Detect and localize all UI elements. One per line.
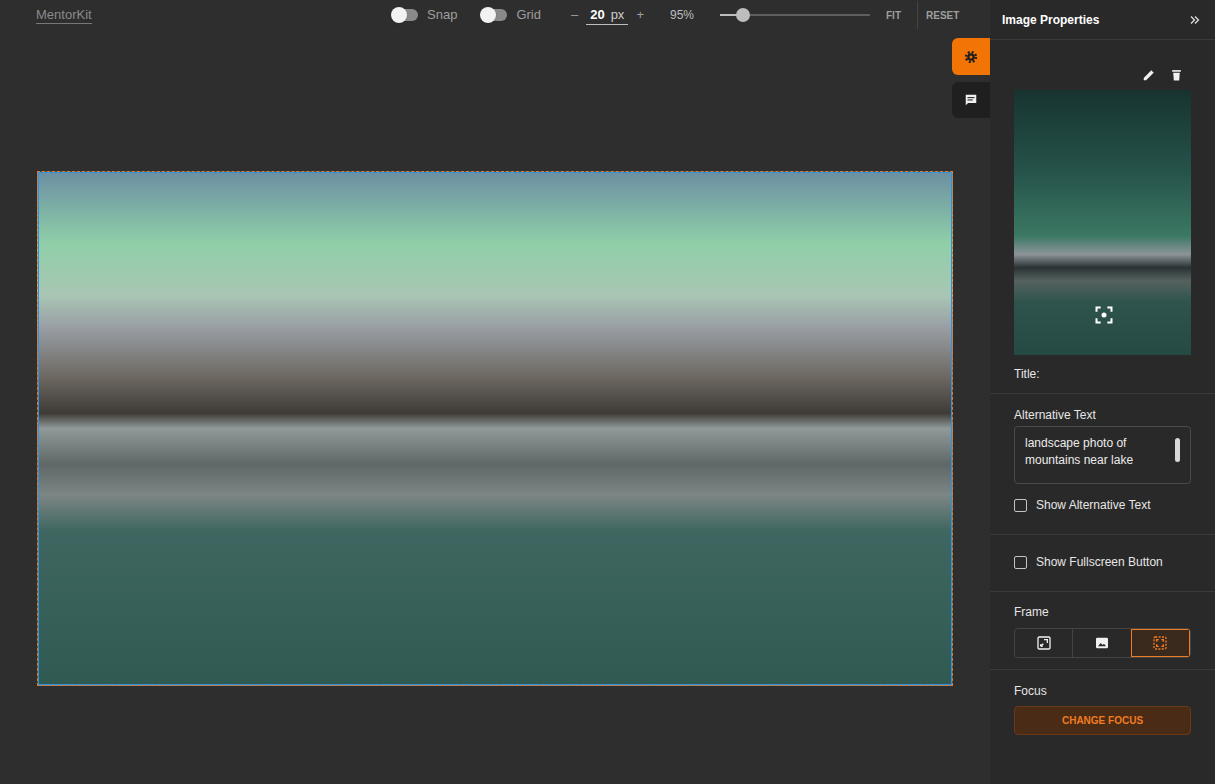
- checkbox-label[interactable]: Show Alternative Text: [1036, 497, 1151, 513]
- increase-button[interactable]: +: [634, 5, 646, 25]
- panel-header: Image Properties: [990, 0, 1215, 40]
- alt-text-checkbox-wrap: Show Alternative Text: [1014, 496, 1191, 514]
- comment-icon: [964, 93, 978, 107]
- focus-icon-svg[interactable]: [1094, 305, 1114, 325]
- side-tabs: [952, 38, 990, 118]
- logo-area: MentorKit: [0, 7, 392, 24]
- frame-option[interactable]: [1072, 629, 1130, 657]
- frame-section: Frame: [990, 592, 1215, 670]
- decrease-button[interactable]: –: [569, 5, 580, 25]
- trash-icon[interactable]: [1170, 68, 1183, 82]
- checkbox[interactable]: [1014, 499, 1027, 512]
- toolbar: MentorKit Snap Grid –20 px +95% FIT RESET: [0, 0, 990, 30]
- alt-text-value[interactable]: landscape photo of mountains near lake: [1025, 435, 1180, 469]
- trash-icon-svg[interactable]: [1170, 68, 1183, 82]
- toggle-knob[interactable]: [391, 7, 407, 23]
- side-tab[interactable]: [952, 38, 990, 75]
- alt-text-section: Alternative Text landscape photo of mount…: [990, 394, 1215, 535]
- size-control: –20 px +: [569, 5, 646, 25]
- workspace: MentorKit Snap Grid –20 px +95% FIT RESET: [0, 0, 990, 784]
- focus-icon[interactable]: [1094, 305, 1114, 325]
- toggle-knob[interactable]: [480, 7, 496, 23]
- properties-panel: Image Properties Title: Alternative Text la…: [990, 0, 1215, 784]
- frame-label: Frame: [1014, 604, 1191, 620]
- toggle-track[interactable]: [481, 9, 507, 21]
- frame-option[interactable]: [1015, 629, 1072, 657]
- zoom-thumb[interactable]: [736, 8, 750, 22]
- alt-text-label: Alternative Text: [1014, 407, 1191, 423]
- focus-section: Focus CHANGE FOCUS: [990, 670, 1215, 735]
- checkbox-row[interactable]: Show Alternative Text: [1014, 496, 1191, 514]
- checkbox-label[interactable]: Show Fullscreen Button: [1036, 554, 1163, 570]
- fullscreen-section: Show Fullscreen Button: [990, 535, 1215, 592]
- gear-icon-svg: [964, 50, 978, 64]
- checkbox-row[interactable]: Show Fullscreen Button: [1014, 553, 1191, 571]
- size-value[interactable]: 20: [590, 6, 604, 24]
- alt-text-field[interactable]: landscape photo of mountains near lake: [1014, 426, 1191, 484]
- image-section: Title:: [990, 40, 1215, 394]
- frame-fill-icon: [1152, 635, 1168, 651]
- size-unit: px: [611, 6, 625, 24]
- change-focus-button[interactable]: CHANGE FOCUS: [1014, 706, 1191, 735]
- canvas-image[interactable]: [37, 171, 953, 686]
- fit-button[interactable]: FIT: [886, 8, 901, 23]
- reset-button[interactable]: RESET: [926, 8, 959, 23]
- toggle[interactable]: Grid: [481, 7, 541, 23]
- pencil-icon[interactable]: [1142, 68, 1156, 82]
- double-chevron-icon[interactable]: [1189, 14, 1201, 26]
- side-tab[interactable]: [952, 82, 990, 118]
- frame-options: [1014, 628, 1191, 658]
- toggle-track[interactable]: [392, 9, 418, 21]
- canvas: [0, 30, 990, 784]
- logo[interactable]: MentorKit: [36, 7, 92, 24]
- toggle-label[interactable]: Snap: [427, 7, 457, 23]
- pencil-icon-svg[interactable]: [1142, 68, 1156, 82]
- focus-label: Focus: [1014, 683, 1191, 699]
- zoom-reading: 95%: [670, 6, 694, 24]
- frame-option[interactable]: [1131, 629, 1190, 657]
- comment-icon-svg: [964, 93, 978, 107]
- title-label: Title:: [1014, 366, 1191, 382]
- zoom-slider[interactable]: [720, 14, 870, 16]
- image-actions: [1014, 66, 1191, 84]
- frame-image-icon: [1094, 635, 1110, 651]
- panel-title: Image Properties: [1002, 11, 1099, 29]
- frame-image-icon-svg: [1094, 635, 1110, 651]
- image-thumbnail[interactable]: [1014, 90, 1191, 355]
- double-chevron-icon-svg[interactable]: [1189, 14, 1201, 26]
- toggle[interactable]: Snap: [392, 7, 457, 23]
- alt-text-scrollbar[interactable]: [1175, 438, 1180, 462]
- size-field[interactable]: 20 px: [586, 6, 628, 25]
- frame-fill-icon-svg: [1152, 635, 1168, 651]
- toolbar-divider: [917, 1, 918, 29]
- toggle-label[interactable]: Grid: [516, 7, 541, 23]
- frame-fit-icon: [1036, 635, 1052, 651]
- gear-icon: [964, 50, 978, 64]
- frame-fit-icon-svg: [1036, 635, 1052, 651]
- change-focus-label[interactable]: CHANGE FOCUS: [1062, 713, 1143, 728]
- checkbox[interactable]: [1014, 556, 1027, 569]
